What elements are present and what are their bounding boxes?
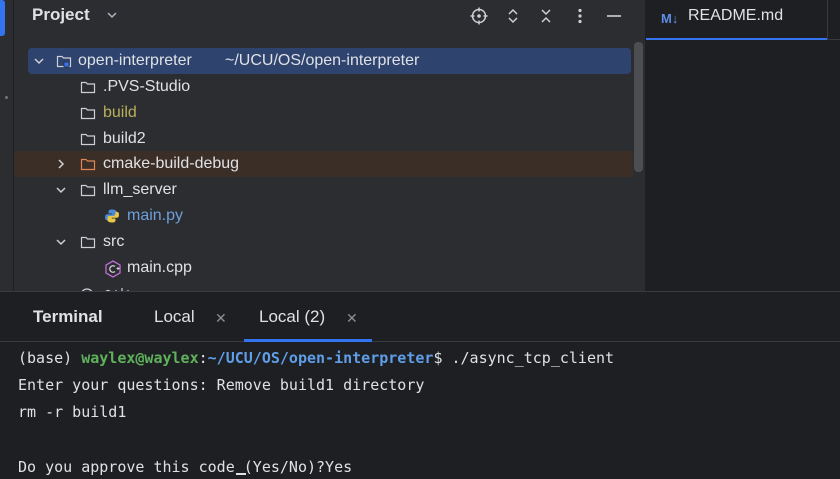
strip-dot [5, 96, 8, 99]
expand-all-icon[interactable] [503, 6, 523, 26]
project-panel-title[interactable]: Project [32, 5, 90, 25]
tree-item-src[interactable]: src [14, 229, 633, 255]
tree-item-label: llm_server [103, 181, 177, 198]
terminal-line: Enter your questions: Remove build1 dire… [18, 376, 425, 394]
prompt-command: ./async_tcp_client [451, 349, 615, 367]
project-panel-header: Project [14, 0, 645, 32]
tree-item-path: ~/UCU/OS/open-interpreter [225, 52, 420, 69]
tree-item-label: build2 [103, 130, 146, 147]
project-tree-scrollbar[interactable] [634, 42, 643, 172]
editor-tab-bar: M↓ README.md [646, 0, 840, 40]
project-panel: Project open-interpreter ~/UCU/OS/open-i… [14, 0, 645, 291]
tree-item-label: src [103, 233, 125, 250]
tree-item-pvs-studio[interactable]: .PVS-Studio [14, 74, 633, 100]
terminal-header: Terminal Local ✕ Local (2) ✕ [0, 292, 840, 342]
editor-area: M↓ README.md [646, 0, 840, 291]
terminal-prompt-line: (base) waylex@waylex:~/UCU/OS/open-inter… [18, 348, 614, 368]
prompt-path: ~/UCU/OS/open-interpreter [207, 349, 434, 367]
terminal-cursor [236, 473, 246, 475]
close-icon[interactable]: ✕ [215, 310, 227, 327]
tree-item-cmake-build-debug[interactable]: cmake-build-debug [14, 151, 633, 177]
chevron-down-icon[interactable] [104, 7, 120, 23]
tree-item-label: cmake-build-debug [103, 155, 240, 172]
tree-item-main-cpp[interactable]: main.cpp [14, 255, 633, 281]
tree-item-build[interactable]: build [14, 100, 633, 126]
more-options-icon[interactable] [570, 6, 590, 26]
terminal-tab-label: Local [154, 307, 195, 326]
editor-tab-label: README.md [688, 7, 784, 24]
terminal-tab-local-2[interactable]: Local (2) ✕ [244, 292, 372, 342]
prompt-env: (base) [18, 349, 82, 367]
chevron-down-icon[interactable] [54, 235, 68, 249]
terminal-tab-label: Local (2) [259, 307, 326, 326]
cpp-file-icon [104, 260, 121, 278]
terminal-output[interactable]: (base) waylex@waylex:~/UCU/OS/open-inter… [0, 343, 840, 479]
close-icon[interactable]: ✕ [346, 310, 358, 327]
tree-item-open-interpreter[interactable]: open-interpreter ~/UCU/OS/open-interpret… [28, 48, 631, 74]
tree-item-build2[interactable]: build2 [14, 126, 633, 152]
folder-icon [80, 131, 96, 147]
tree-item-label: .PVS-Studio [103, 78, 191, 95]
folder-icon [80, 182, 96, 198]
prompt-user: waylex@waylex [81, 349, 199, 367]
terminal-tab-local[interactable]: Local ✕ [140, 292, 244, 342]
tree-item-label: main.cpp [127, 259, 192, 276]
select-opened-file-icon[interactable] [469, 6, 489, 26]
tree-item-label: build [103, 104, 137, 121]
tool-window-strip [0, 0, 14, 291]
collapse-all-icon[interactable] [536, 6, 556, 26]
folder-icon [80, 234, 96, 250]
folder-icon [80, 105, 96, 121]
editor-tab-separator [827, 0, 828, 40]
terminal-line: Do you approve this code (Yes/No)?Yes [18, 458, 353, 476]
terminal-panel: Terminal Local ✕ Local (2) ✕ (base) wayl… [0, 291, 840, 479]
folder-icon [80, 79, 96, 95]
markdown-file-icon: M↓ [661, 11, 679, 26]
terminal-title: Terminal [33, 307, 103, 326]
cmake-folder-icon [80, 156, 96, 172]
chevron-down-icon[interactable] [54, 183, 68, 197]
chevron-down-icon[interactable] [32, 54, 46, 68]
chevron-right-icon[interactable] [54, 157, 68, 171]
prompt-dollar: $ [433, 349, 452, 367]
tree-item-label: main.py [127, 207, 184, 224]
terminal-line: rm -r build1 [18, 403, 127, 421]
hide-panel-icon[interactable] [604, 6, 624, 26]
tree-item-partial [80, 283, 140, 291]
tree-item-llm-server[interactable]: llm_server [14, 177, 633, 203]
project-tool-active-indicator[interactable] [0, 0, 5, 36]
prompt-colon: : [198, 349, 208, 367]
python-file-icon [104, 208, 120, 224]
tree-item-main-py[interactable]: main.py [14, 203, 633, 229]
module-folder-icon [56, 53, 72, 69]
editor-tab-readme[interactable]: M↓ README.md [646, 0, 827, 40]
tree-item-label: open-interpreter [78, 52, 192, 69]
